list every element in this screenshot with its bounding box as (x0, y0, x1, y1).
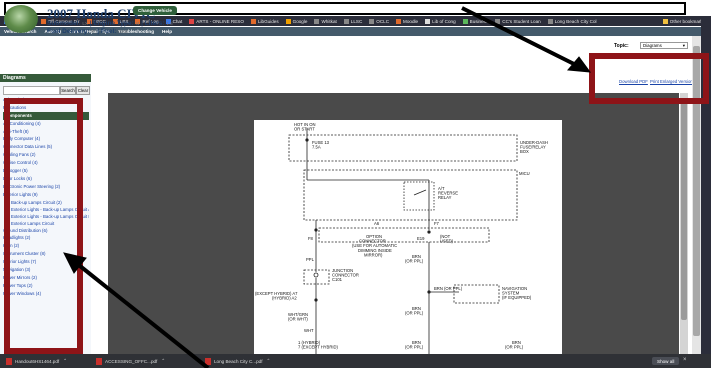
arrow-to-toolbar (461, 6, 575, 66)
annotation-arrows (63, 6, 592, 368)
arrow-to-sidebar (78, 264, 210, 368)
